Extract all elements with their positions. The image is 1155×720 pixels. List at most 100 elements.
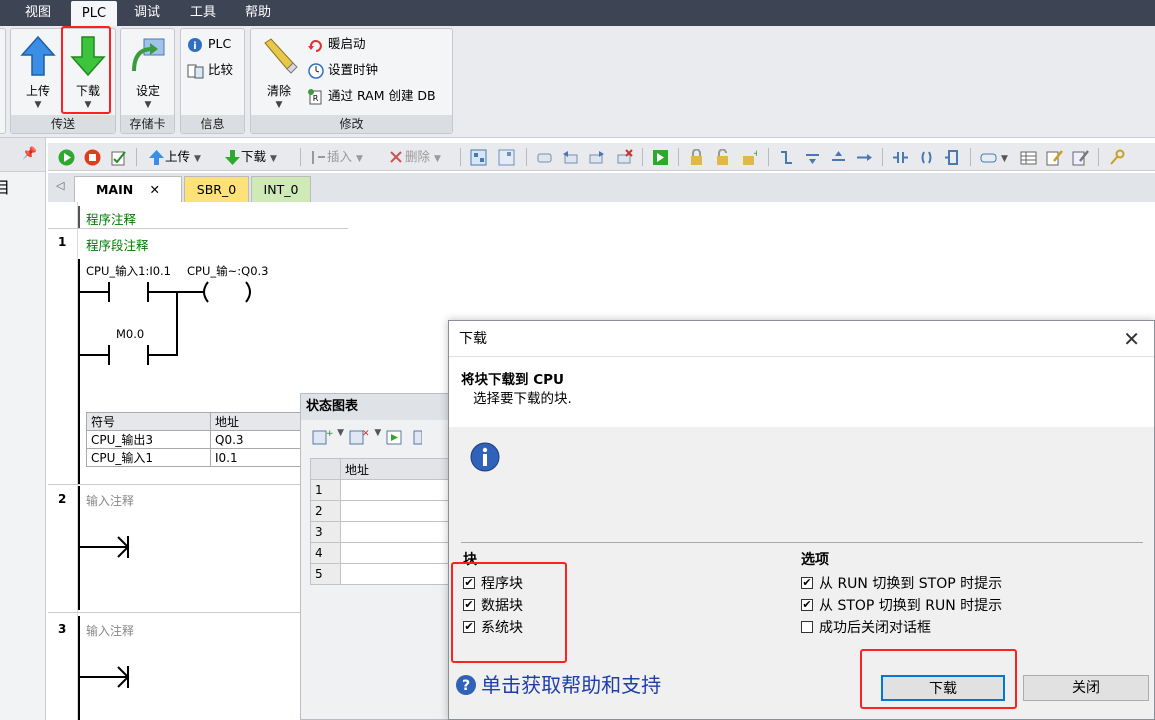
checkbox-close-on-success[interactable]: 成功后关闭对话框: [801, 617, 931, 639]
toolbar-upload-button[interactable]: 上传 ▼: [148, 147, 201, 167]
menu-help[interactable]: 帮助: [237, 0, 279, 26]
toolbar-upload-label: 上传: [165, 149, 191, 164]
tab-int0[interactable]: INT_0: [251, 176, 311, 202]
close-dialog-button[interactable]: 关闭: [1023, 675, 1149, 701]
address-cell[interactable]: [340, 521, 451, 543]
menu-view[interactable]: 视图: [17, 0, 59, 26]
chevron-down-icon[interactable]: ▼: [194, 154, 201, 164]
delete-icon: [390, 151, 402, 163]
edit-table-button[interactable]: [1072, 147, 1089, 167]
address-cell[interactable]: [340, 542, 451, 564]
close-icon[interactable]: ✕: [150, 182, 160, 197]
goto-button[interactable]: [652, 147, 669, 167]
address-cell[interactable]: [340, 563, 451, 585]
checkbox-box[interactable]: ✔: [801, 599, 813, 611]
add-row-icon[interactable]: +: [311, 428, 334, 446]
address-cell[interactable]: [340, 500, 451, 522]
checkbox-stop-to-run[interactable]: ✔ 从 STOP 切换到 RUN 时提示: [801, 595, 1002, 617]
compile-button[interactable]: [110, 147, 127, 167]
branch-button[interactable]: [778, 147, 795, 167]
chevron-down-icon[interactable]: ▼: [434, 154, 441, 164]
warm-start-button[interactable]: 暖启动: [307, 33, 366, 55]
eraser-icon: [264, 38, 298, 74]
ribbon-group-memory-card: 设定 ▼ 存储卡: [120, 28, 175, 134]
checkbox-box[interactable]: [801, 621, 813, 633]
delete-row-icon[interactable]: ✕: [348, 428, 370, 446]
menu-debug[interactable]: 调试: [126, 0, 168, 26]
ram-to-db-button[interactable]: R 通过 RAM 创建 DB: [307, 85, 436, 107]
set-clock-button[interactable]: 设置时钟: [307, 59, 378, 81]
stop-button[interactable]: [84, 147, 101, 167]
tab-sbr0[interactable]: SBR_0: [184, 176, 249, 202]
branch-up-button[interactable]: [830, 147, 847, 167]
wire: [78, 291, 108, 293]
chevron-down-icon[interactable]: ▼: [1001, 154, 1008, 164]
network-toggle-button[interactable]: [498, 147, 515, 167]
clear-label: 清除: [266, 84, 291, 98]
close-icon[interactable]: ✕: [1123, 327, 1140, 351]
pause-monitor-icon[interactable]: [412, 428, 423, 446]
next-bookmark-button[interactable]: [588, 147, 605, 167]
lock-button[interactable]: [688, 147, 705, 167]
delete-button[interactable]: 删除 ▼: [388, 147, 441, 167]
toolbar-separator: [136, 148, 137, 166]
lock-add-button[interactable]: +: [740, 147, 757, 167]
toolbar-separator: [970, 148, 971, 166]
box-button[interactable]: [944, 147, 961, 167]
help-link[interactable]: ? 单击获取帮助和支持: [455, 671, 661, 699]
project-tree-panel: 📌 目: [0, 138, 46, 720]
bookmark-button[interactable]: [536, 147, 553, 167]
compare-button[interactable]: 比较: [187, 59, 233, 81]
network-button[interactable]: [470, 147, 487, 167]
setup-button[interactable]: 设定 ▼: [127, 35, 169, 110]
clear-button[interactable]: 清除 ▼: [255, 35, 303, 110]
chevron-down-icon: ▼: [144, 100, 152, 110]
checkbox-label: 从 STOP 切换到 RUN 时提示: [819, 598, 1003, 614]
contact-label-cpu-input1: CPU_输入1:I0.1: [86, 264, 172, 278]
address-cell[interactable]: [340, 479, 451, 501]
insert-button[interactable]: 插入 ▼: [310, 147, 363, 167]
chevron-down-icon[interactable]: ▼: [270, 154, 277, 164]
warm-start-icon: [308, 39, 322, 52]
coil-button[interactable]: [918, 147, 935, 167]
edit-table-icon: [1072, 150, 1089, 166]
coil-label-q03: CPU_输~:Q0.3: [187, 264, 269, 278]
edit-button[interactable]: [1046, 147, 1063, 167]
checkbox-run-to-stop[interactable]: ✔ 从 RUN 切换到 STOP 时提示: [801, 573, 1002, 595]
checkbox-box[interactable]: ✔: [801, 577, 813, 589]
remove-bookmark-button[interactable]: [616, 147, 633, 167]
upload-button[interactable]: 上传 ▼: [17, 35, 59, 110]
chevron-down-icon[interactable]: ▼: [356, 154, 363, 164]
table-icon: [1020, 151, 1037, 165]
chevron-down-icon[interactable]: ▼: [337, 428, 344, 438]
row-number: 4: [310, 542, 341, 564]
info-icon: [470, 442, 500, 472]
start-monitor-icon[interactable]: [385, 428, 407, 446]
pou-button[interactable]: ▼: [980, 147, 1008, 167]
pin-icon[interactable]: 📌: [22, 146, 37, 160]
symbol-table-button[interactable]: [1020, 147, 1037, 167]
program-comment-row[interactable]: 程序注释: [78, 206, 378, 228]
branch-down-button[interactable]: [804, 147, 821, 167]
menu-tools[interactable]: 工具: [182, 0, 224, 26]
tab-scroll-left-icon[interactable]: ◁: [56, 179, 64, 192]
network-toggle-icon: [498, 149, 515, 166]
run-button[interactable]: [58, 147, 75, 167]
unlock-button[interactable]: [714, 147, 731, 167]
key-button[interactable]: [1108, 147, 1125, 167]
next-bookmark-icon: [589, 151, 604, 164]
line-right-button[interactable]: [856, 147, 873, 167]
status-chart-window[interactable]: 状态图表 + ▼ ✕ ▼ 地址 1 2 3 4 5: [300, 393, 451, 720]
menu-plc[interactable]: PLC: [71, 1, 117, 26]
chevron-down-icon[interactable]: ▼: [374, 428, 381, 438]
network-icon: [470, 149, 487, 166]
plc-info-button[interactable]: i PLC: [187, 33, 231, 55]
compare-icon: [187, 64, 204, 78]
toolbar-download-button[interactable]: 下载 ▼: [224, 147, 277, 167]
prev-bookmark-button[interactable]: [562, 147, 579, 167]
tab-main[interactable]: MAIN ✕: [74, 176, 182, 202]
contact-bar: [108, 282, 110, 302]
lock-icon: [691, 149, 702, 165]
output-coil[interactable]: [198, 280, 258, 304]
contact-button[interactable]: [892, 147, 909, 167]
